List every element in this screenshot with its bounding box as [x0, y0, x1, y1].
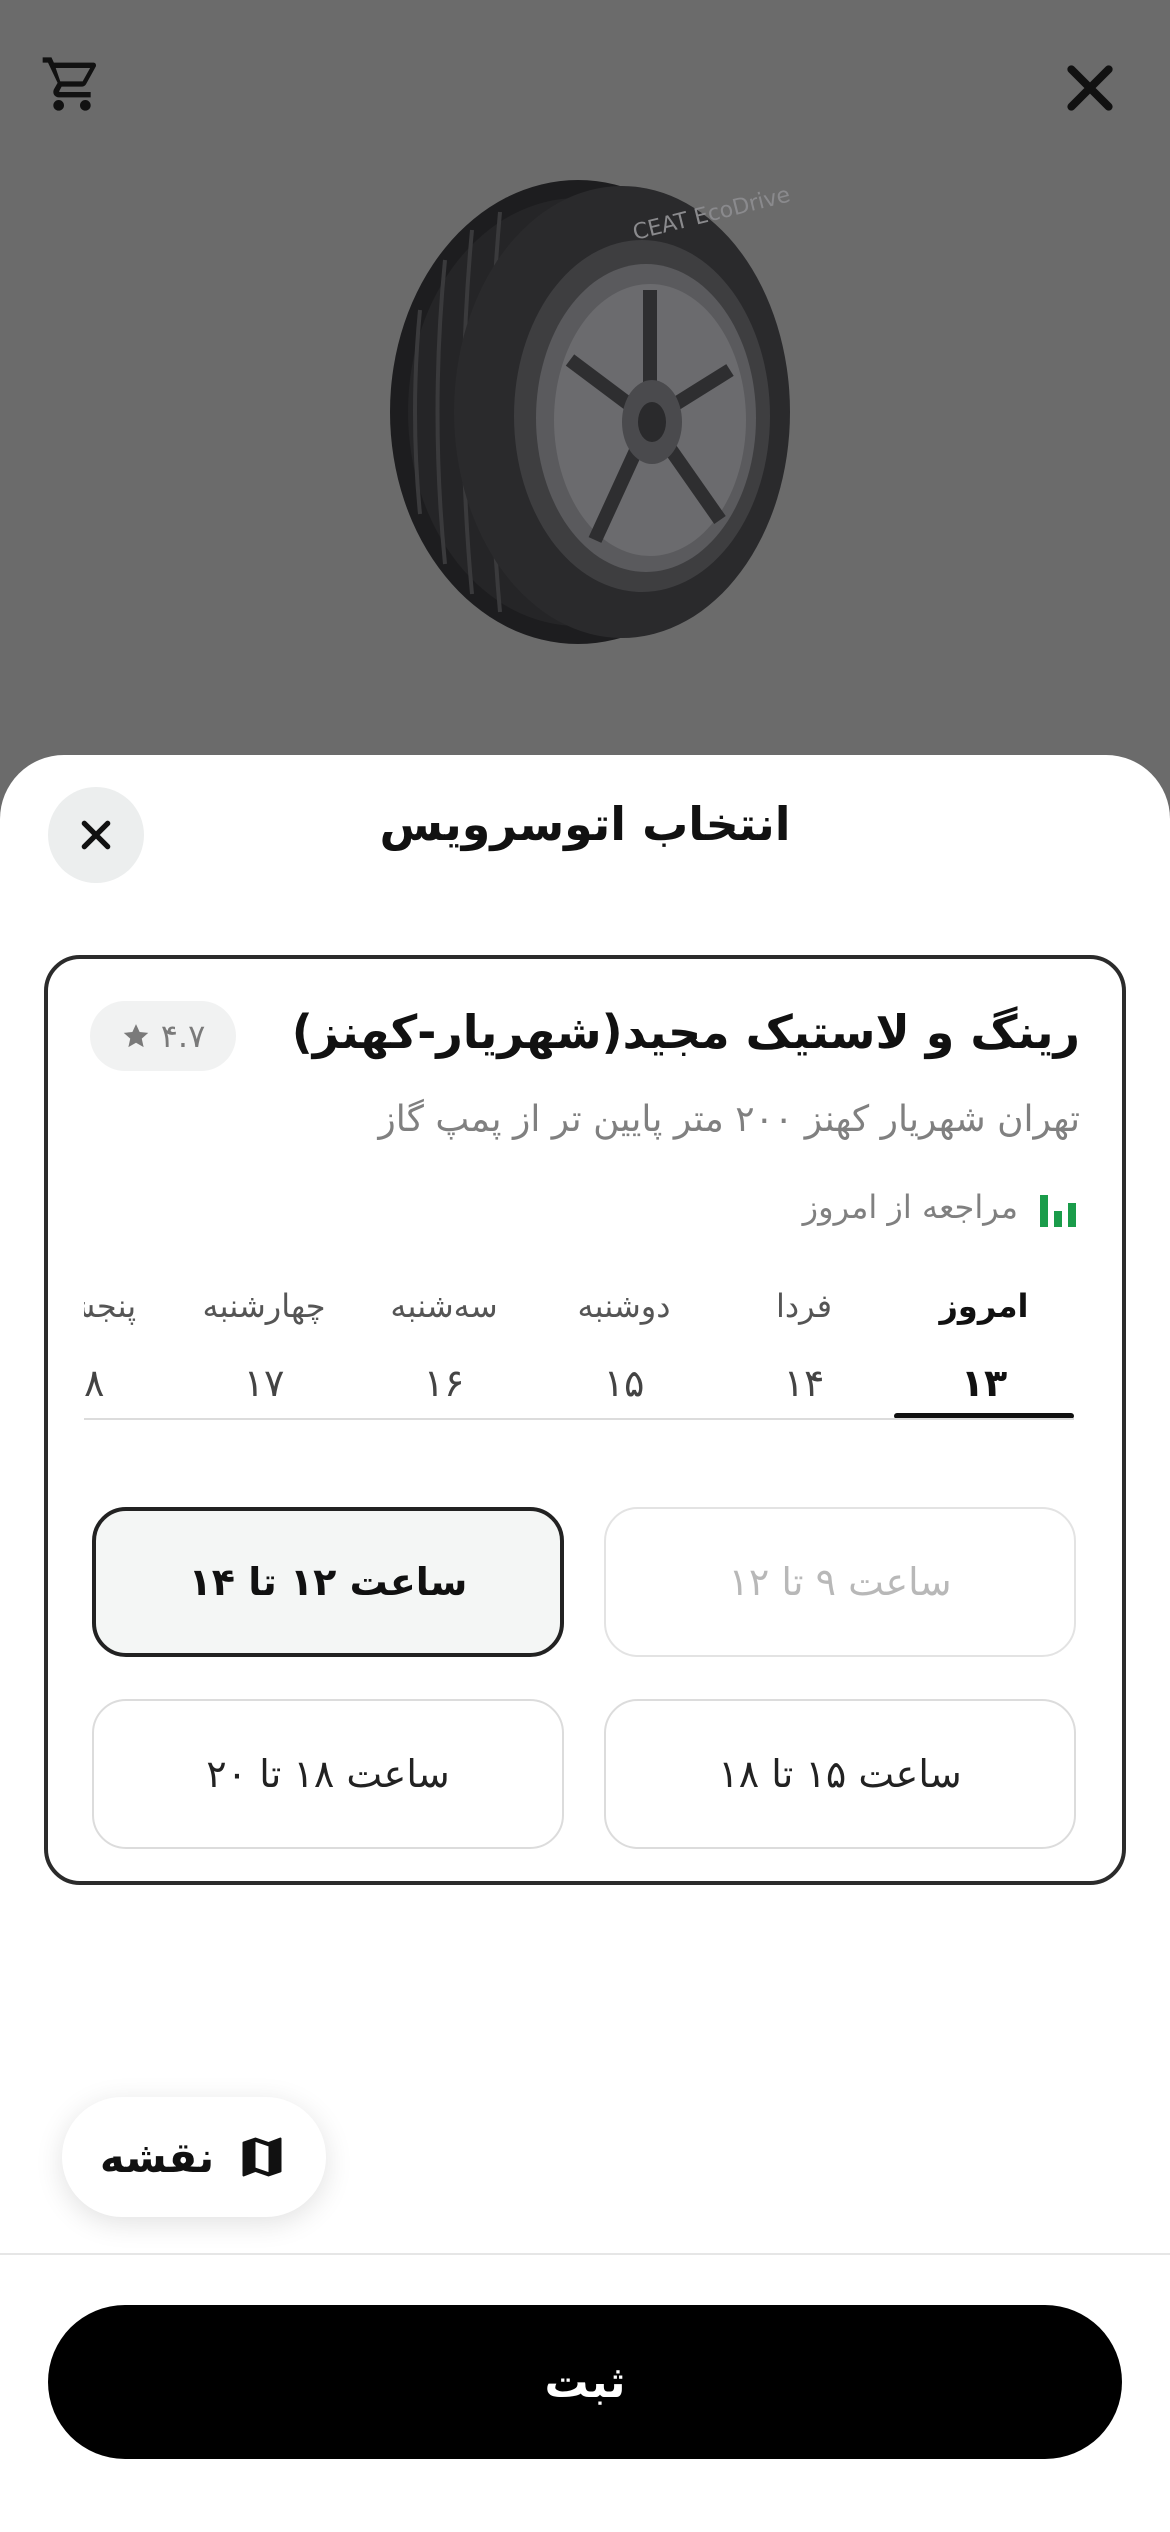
- time-slot-15-18[interactable]: ساعت ۱۵ تا ۱۸: [604, 1699, 1076, 1849]
- day-name: پنجشنبه: [84, 1287, 137, 1325]
- bottom-sheet: انتخاب اتوسرویس رینگ و لاستیک مجید(شهریا…: [0, 755, 1170, 2532]
- day-number: ۱۸: [84, 1361, 105, 1405]
- day-number: ۱۶: [423, 1361, 465, 1405]
- map-icon: [242, 2137, 282, 2177]
- shop-name: رینگ و لاستیک مجید(شهریار-کهنز): [291, 1005, 1080, 1059]
- day-tab-monday[interactable]: دوشنبه ۱۵: [534, 1279, 714, 1419]
- day-name: فردا: [775, 1287, 833, 1325]
- time-slot-12-14[interactable]: ساعت ۱۲ تا ۱۴: [92, 1507, 564, 1657]
- day-tab-tuesday[interactable]: سه‌شنبه ۱۶: [354, 1279, 534, 1419]
- day-selector-divider: [84, 1418, 1074, 1420]
- day-tab-tomorrow[interactable]: فردا ۱۴: [714, 1279, 894, 1419]
- visits-label: مراجعه از امروز: [802, 1188, 1018, 1226]
- shop-address: تهران شهریار کهنز ۲۰۰ متر پایین تر از پم…: [378, 1099, 1080, 1140]
- rating-badge: ۴.۷: [90, 1001, 236, 1071]
- close-icon: [1067, 65, 1113, 111]
- day-number: ۱۳: [960, 1361, 1008, 1405]
- visits-info: مراجعه از امروز: [803, 1187, 1080, 1227]
- day-name: چهارشنبه: [202, 1287, 326, 1325]
- footer-divider: [0, 2253, 1170, 2255]
- map-button[interactable]: نقشه: [62, 2097, 326, 2217]
- star-icon: [123, 1024, 148, 1048]
- day-name: دوشنبه: [577, 1287, 671, 1325]
- bar-chart-icon: [1040, 1195, 1076, 1227]
- day-tab-thursday[interactable]: پنجشنبه ۱۸: [84, 1279, 174, 1419]
- day-name: امروز: [939, 1287, 1029, 1325]
- cart-button[interactable]: [32, 44, 112, 124]
- day-tab-wednesday[interactable]: چهارشنبه ۱۷: [174, 1279, 354, 1419]
- map-button-label: نقشه: [99, 2132, 215, 2182]
- close-button[interactable]: [1050, 48, 1130, 128]
- day-name: سه‌شنبه: [390, 1287, 498, 1325]
- cart-icon: [42, 57, 96, 111]
- day-number: ۱۴: [783, 1361, 825, 1405]
- day-selector: امروز ۱۳ فردا ۱۴ دوشنبه ۱۵ سه‌شنبه ۱۶ چه…: [84, 1279, 1074, 1419]
- day-tab-today[interactable]: امروز ۱۳: [894, 1279, 1074, 1419]
- sheet-title: انتخاب اتوسرویس: [379, 797, 791, 851]
- submit-button[interactable]: ثبت: [48, 2305, 1122, 2459]
- product-overlay: CEAT EcoDrive: [0, 0, 1170, 760]
- day-number: ۱۷: [243, 1361, 285, 1405]
- day-number: ۱۵: [603, 1361, 645, 1405]
- tire-image: CEAT EcoDrive: [390, 170, 793, 650]
- time-slot-9-12[interactable]: ساعت ۹ تا ۱۲: [604, 1507, 1076, 1657]
- rating-value: ۴.۷: [160, 1017, 206, 1055]
- time-slot-18-20[interactable]: ساعت ۱۸ تا ۲۰: [92, 1699, 564, 1849]
- service-shop-card: رینگ و لاستیک مجید(شهریار-کهنز) ۴.۷ تهرا…: [44, 955, 1126, 1885]
